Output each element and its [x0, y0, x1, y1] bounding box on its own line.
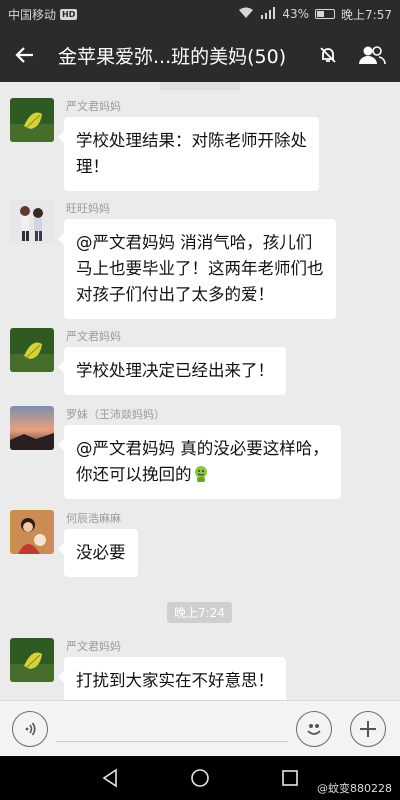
avatar[interactable]	[10, 510, 54, 554]
sender-name: 严文君妈妈	[66, 100, 121, 113]
avatar[interactable]	[10, 328, 54, 372]
carrier-name: 中国移动	[8, 7, 57, 22]
message-line: @严文君妈妈 消消气哈，孩儿们	[76, 233, 313, 252]
battery-percent: 43%	[282, 7, 310, 21]
triangle-back-icon	[102, 768, 117, 788]
sender-name: 严文君妈妈	[66, 640, 121, 653]
message-bubble[interactable]: @严文君妈妈 真的没必要这样哈， 你还可以挽回的	[58, 425, 341, 499]
message-line: 打扰到大家实在不好意思！	[76, 671, 274, 690]
message-input[interactable]	[56, 741, 288, 742]
message-line: 学校处理决定已经出来了！	[76, 361, 274, 380]
system-nav-bar: @蚊变880228	[0, 756, 400, 800]
clock: 晚上7:57	[341, 7, 392, 22]
back-arrow-icon	[15, 47, 33, 63]
mute-bell-icon[interactable]	[318, 45, 338, 65]
voice-button[interactable]	[12, 711, 48, 747]
avatar[interactable]	[10, 638, 54, 682]
more-button[interactable]	[350, 711, 386, 747]
message-line: 马上也要毕业了！这两年老师们也	[76, 259, 324, 278]
sender-name: 严文君妈妈	[66, 330, 121, 343]
circle-home-icon	[191, 769, 209, 787]
message-line: 你还可以挽回的	[76, 465, 192, 484]
avatar[interactable]	[10, 98, 54, 142]
nav-back-button[interactable]	[98, 766, 122, 790]
nav-recents-button[interactable]	[278, 766, 302, 790]
chat-title: 金苹果爱弥...班的美妈(50)	[58, 45, 287, 68]
chat-header: 金苹果爱弥...班的美妈(50)	[0, 28, 400, 82]
message-bubble[interactable]: 没必要	[58, 529, 138, 577]
group-members-icon[interactable]	[358, 45, 386, 65]
message-line: 对孩子们付出了太多的爱！	[76, 285, 274, 304]
chat-area[interactable]: 严文君妈妈 学校处理结果：对陈老师开除处 理！ 旺旺妈妈 @严文君妈妈 消消气哈…	[0, 82, 400, 700]
previous-message-edge	[160, 82, 240, 90]
sender-name: 何辰浩麻麻	[66, 512, 121, 525]
signal-icon	[260, 6, 276, 22]
message-line: 学校处理结果：对陈老师开除处	[76, 131, 307, 150]
square-recents-icon	[282, 770, 298, 786]
voice-icon	[25, 722, 36, 736]
sender-name: 旺旺妈妈	[66, 202, 110, 215]
emoji-icon	[192, 465, 210, 483]
wifi-icon	[238, 7, 254, 22]
message-line: @严文君妈妈 真的没必要这样哈，	[76, 439, 329, 458]
battery-icon	[315, 9, 336, 19]
emoji-button[interactable]	[296, 711, 332, 747]
hd-badge: HD	[60, 8, 78, 20]
message-line: 理！	[76, 157, 109, 176]
back-button[interactable]	[0, 28, 50, 82]
smiley-icon	[307, 724, 321, 735]
message-line: 没必要	[76, 543, 126, 562]
watermark: @蚊变880228	[317, 782, 392, 795]
sender-name: 罗妹（王沛燚妈妈）	[66, 408, 165, 421]
status-bar: 中国移动 HD 43% 晚上7:57	[0, 0, 400, 28]
input-bar	[0, 700, 400, 756]
message-bubble[interactable]: 打扰到大家实在不好意思！	[58, 657, 286, 700]
nav-home-button[interactable]	[188, 766, 212, 790]
message-bubble[interactable]: @严文君妈妈 消消气哈，孩儿们 马上也要毕业了！这两年老师们也 对孩子们付出了太…	[58, 219, 336, 319]
avatar[interactable]	[10, 200, 54, 244]
avatar[interactable]	[10, 406, 54, 450]
message-bubble[interactable]: 学校处理结果：对陈老师开除处 理！	[58, 117, 319, 191]
time-divider: 晚上7:24	[167, 602, 232, 623]
plus-icon	[360, 721, 376, 737]
message-bubble[interactable]: 学校处理决定已经出来了！	[58, 347, 286, 395]
